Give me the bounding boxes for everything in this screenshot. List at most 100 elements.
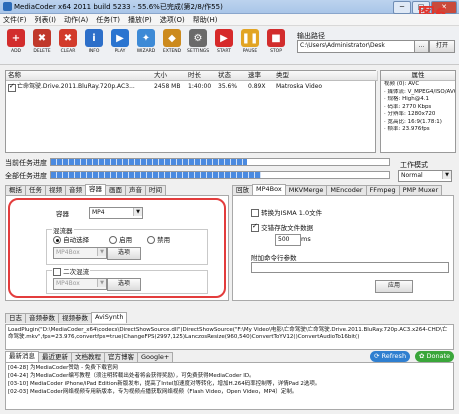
tab-left-7[interactable]: 时间 — [145, 185, 166, 195]
interleave-value-field[interactable]: 500 — [275, 234, 301, 246]
toolbar-button-wizard[interactable]: ✦ WIZARD — [135, 29, 157, 63]
container-panel: 容器 MP4 ▼ 混流器 自动选择 启用 禁用 MP4Box ▼ 选项 二次混流 M… — [5, 195, 229, 301]
tab-right-5[interactable]: PMP Muxer — [398, 185, 443, 195]
second-pass-label[interactable]: 二次混流 — [52, 266, 91, 276]
toolbar-button-settings[interactable]: ⚙ SETTINGS — [187, 29, 209, 63]
right-tabs: 回放 MP4Box MKVMerge MEncoder FFmpeg PMP Muxer — [232, 184, 443, 195]
tab-left-0[interactable]: 概括 — [5, 185, 26, 195]
extra-args-field[interactable] — [251, 262, 449, 273]
tab-left-6[interactable]: 声音 — [125, 185, 146, 195]
column-size[interactable]: 大小 — [152, 71, 189, 81]
news-item[interactable]: [02-03] MediaCoder网络视频专用新版本，专为视频点播获取网络视频… — [8, 388, 451, 396]
tab-bottom-2[interactable]: 视频参数 — [58, 313, 92, 323]
property-item[interactable]: · 规格: High@4.1 — [381, 96, 455, 104]
property-item[interactable]: · 码率: 2770 Kbps — [381, 104, 455, 112]
isma-option[interactable]: 转换为ISMA 1.0文件 — [251, 207, 322, 217]
tab-left-1[interactable]: 任务 — [25, 185, 46, 195]
radio-disable[interactable] — [147, 236, 155, 244]
menu-item-3[interactable]: 任务(T) — [96, 15, 120, 25]
tab-right-3[interactable]: MEncoder — [326, 185, 367, 195]
tab-bottom-1[interactable]: 音频参数 — [25, 313, 59, 323]
news-item[interactable]: [04-24] 为MediaCoder编写教程（须注明转载出处者将会获得奖励），… — [8, 372, 451, 380]
muxer-select[interactable]: MP4Box ▼ — [53, 247, 107, 259]
toolbar-button-stop[interactable]: ■ STOP — [265, 29, 287, 63]
property-item[interactable]: · 媒体流: V_MPEG4/ISO/AVC — [381, 89, 455, 97]
toolbar-button-extend[interactable]: ◆ EXTEND — [161, 29, 183, 63]
news-item[interactable]: [03-10] MediaCoder iPhone/iPad Edition新版… — [8, 380, 451, 388]
tab-right-1[interactable]: MP4Box — [252, 184, 286, 195]
tab-left-4[interactable]: 容器 — [85, 184, 106, 195]
column-type[interactable]: 类型 — [274, 71, 378, 81]
chevron-down-icon: ▼ — [133, 208, 142, 216]
toolbar-button-clear[interactable]: ✖ CLEAR — [57, 29, 79, 63]
donate-button[interactable]: ✿ Donate — [415, 351, 455, 362]
menu-item-5[interactable]: 选项(O) — [160, 15, 185, 25]
menu-item-4[interactable]: 播放(P) — [128, 15, 152, 25]
browse-button[interactable]: ... — [414, 40, 429, 53]
file-status: 35.6% — [218, 83, 238, 90]
output-path-field[interactable]: C:\Users\Administrator\Desk — [297, 40, 417, 53]
apply-button[interactable]: 应用 — [375, 280, 413, 293]
second-pass-checkbox[interactable] — [53, 268, 61, 276]
tab-news-2[interactable]: 文档教程 — [71, 352, 105, 362]
pause-icon: ❚❚ — [241, 29, 259, 47]
toolbar-button-pause[interactable]: ❚❚ PAUSE — [239, 29, 261, 63]
file-name[interactable]: 亡命驾驶.Drive.2011.BluRay.720p.AC3... — [17, 82, 151, 92]
toolbar-button-start[interactable]: ▶ START — [213, 29, 235, 63]
tab-right-2[interactable]: MKVMerge — [284, 185, 328, 195]
interleave-checkbox[interactable] — [251, 222, 259, 232]
tab-news-4[interactable]: Google+ — [137, 352, 174, 362]
tab-right-0[interactable]: 回放 — [232, 185, 253, 195]
radio-enable[interactable] — [109, 236, 117, 244]
minimize-button[interactable]: ─ — [393, 1, 411, 14]
file-list[interactable]: 名称 大小 时长 状态 速率 类型 亡命驾驶.Drive.2011.BluRay… — [5, 70, 378, 153]
second-pass-text: 二次混流 — [63, 268, 90, 276]
news-item[interactable]: [04-28] 为MediaCoder赞助 - 免费下载官网 — [8, 364, 451, 372]
column-status[interactable]: 状态 — [216, 71, 249, 81]
tab-left-2[interactable]: 视频 — [45, 185, 66, 195]
tab-news-0[interactable]: 最新消息 — [5, 351, 39, 362]
property-item[interactable]: · 帧率: 23.976fps — [381, 126, 455, 134]
tab-news-1[interactable]: 最近更新 — [38, 352, 72, 362]
open-button[interactable]: 打开 — [429, 40, 455, 53]
property-item[interactable]: 视频 (0): AVC — [381, 81, 455, 89]
toolbar-button-play[interactable]: ▶ PLAY — [109, 29, 131, 63]
second-pass-group: 二次混流 MP4Box ▼ 选项 — [46, 266, 208, 294]
auto-label: 自动选择 — [63, 236, 90, 244]
menu-item-1[interactable]: 列表(I) — [35, 15, 57, 25]
container-select[interactable]: MP4 ▼ — [89, 207, 143, 219]
column-name[interactable]: 名称 — [6, 71, 155, 81]
property-item[interactable]: · 分辨率: 1280x720 — [381, 111, 455, 119]
muxer-disable-option[interactable]: 禁用 — [147, 234, 170, 244]
muxer-enable-option[interactable]: 启用 — [109, 234, 132, 244]
row-checkbox[interactable] — [8, 82, 16, 92]
current-progress-bar — [50, 158, 390, 166]
interleave-option[interactable]: 交错存放文件数据 — [251, 222, 313, 232]
menu-item-6[interactable]: 帮助(H) — [193, 15, 218, 25]
column-duration[interactable]: 时长 — [186, 71, 219, 81]
work-mode-select[interactable]: Normal ▼ — [398, 170, 452, 182]
tab-left-3[interactable]: 音频 — [65, 185, 86, 195]
second-pass-options-button[interactable]: 选项 — [107, 278, 141, 291]
second-pass-select[interactable]: MP4Box ▼ — [53, 278, 107, 290]
tab-left-5[interactable]: 画面 — [105, 185, 126, 195]
menu-item-0[interactable]: 文件(F) — [3, 15, 27, 25]
refresh-button[interactable]: ⟳ Refresh — [370, 351, 411, 362]
toolbar-button-add[interactable]: + ADD — [5, 29, 27, 63]
menu-item-2[interactable]: 动作(A) — [64, 15, 88, 25]
tab-bottom-0[interactable]: 日志 — [5, 313, 26, 323]
property-item[interactable]: · 宽高比: 16:9(1.78:1) — [381, 119, 455, 127]
mp4box-panel: 转换为ISMA 1.0文件 交错存放文件数据 500 ms 附加命令行参数 应用 — [232, 195, 454, 301]
tab-bottom-3[interactable]: AviSynth — [91, 312, 128, 323]
radio-auto[interactable] — [53, 236, 61, 244]
tab-right-4[interactable]: FFmpeg — [365, 185, 400, 195]
toolbar-button-info[interactable]: i INFO — [83, 29, 105, 63]
play-icon: ▶ — [111, 29, 129, 47]
muxer-options-button[interactable]: 选项 — [107, 247, 141, 260]
chevron-down-icon: ▼ — [97, 248, 106, 256]
toolbar-button-delete[interactable]: ✖ DELETE — [31, 29, 53, 63]
tab-news-3[interactable]: 官方博客 — [104, 352, 138, 362]
isma-checkbox[interactable] — [251, 209, 259, 217]
column-rate[interactable]: 速率 — [246, 71, 277, 81]
muxer-auto-option[interactable]: 自动选择 — [53, 234, 89, 244]
